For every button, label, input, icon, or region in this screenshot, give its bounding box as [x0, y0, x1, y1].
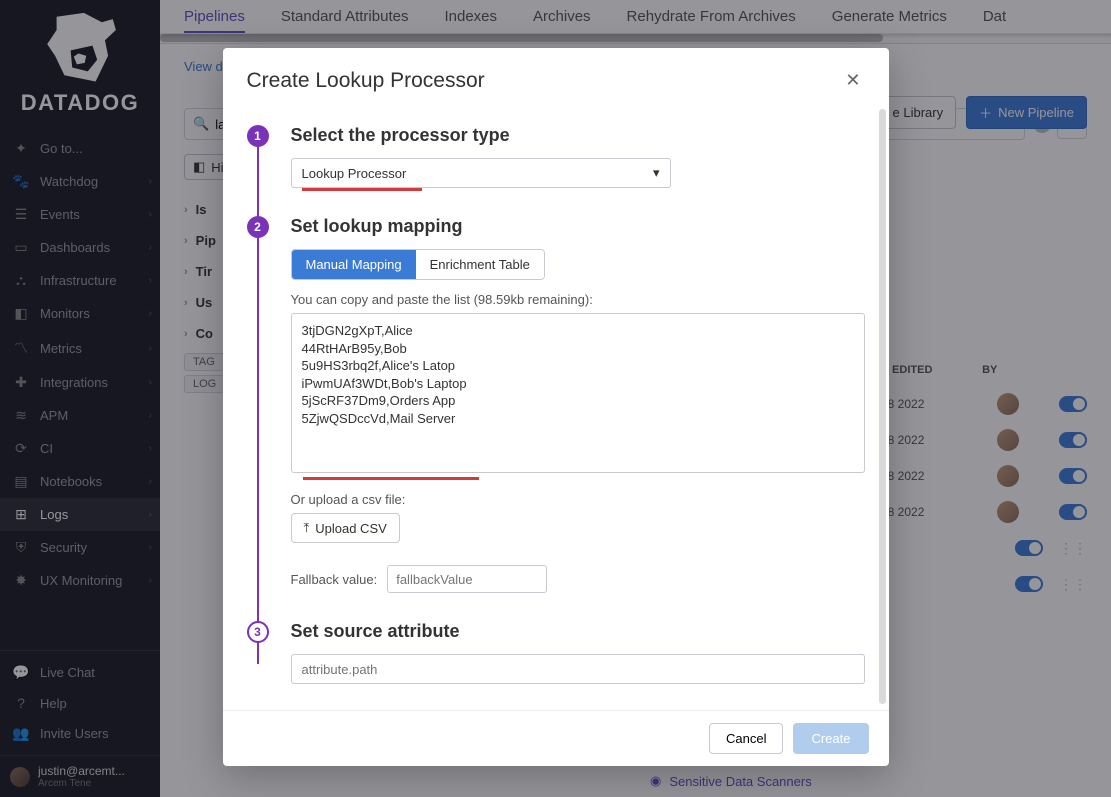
mapping-hint: You can copy and paste the list (98.59kb…	[291, 292, 865, 307]
step-badge-3: 3	[247, 621, 269, 643]
step-source-attribute: 3 Set source attribute	[247, 621, 865, 684]
create-processor-modal: Create Lookup Processor ✕ 1 Select the p…	[223, 48, 889, 766]
mapping-mode-segmented: Manual Mapping Enrichment Table	[291, 249, 545, 280]
step-badge-1: 1	[247, 125, 269, 147]
upload-icon: ⤒	[304, 520, 310, 536]
step-lookup-mapping: 2 Set lookup mapping Manual Mapping Enri…	[247, 216, 865, 593]
modal-scrollbar[interactable]	[879, 109, 886, 704]
modal-title: Create Lookup Processor	[247, 69, 485, 93]
step-title: Set lookup mapping	[291, 216, 865, 237]
seg-manual-mapping[interactable]: Manual Mapping	[292, 250, 416, 279]
upload-csv-button[interactable]: ⤒ Upload CSV	[291, 513, 400, 543]
step-processor-type: 1 Select the processor type Lookup Proce…	[247, 125, 865, 188]
processor-type-select[interactable]: Lookup Processor ▾	[291, 158, 671, 188]
fallback-label: Fallback value:	[291, 572, 378, 587]
step-title: Set source attribute	[291, 621, 865, 642]
step-title: Select the processor type	[291, 125, 865, 146]
fallback-value-input[interactable]	[387, 565, 547, 593]
chevron-down-icon: ▾	[653, 165, 660, 181]
upload-hint: Or upload a csv file:	[291, 492, 865, 507]
modal-close-button[interactable]: ✕	[841, 66, 864, 95]
create-button[interactable]: Create	[793, 723, 868, 754]
source-attribute-input[interactable]	[291, 654, 865, 684]
seg-enrichment-table[interactable]: Enrichment Table	[416, 250, 544, 279]
step-badge-2: 2	[247, 216, 269, 238]
annotation-underline	[303, 477, 479, 480]
modal-overlay: Create Lookup Processor ✕ 1 Select the p…	[0, 0, 1111, 797]
mapping-textarea[interactable]	[291, 313, 865, 473]
cancel-button[interactable]: Cancel	[709, 723, 783, 754]
annotation-underline	[302, 188, 422, 191]
